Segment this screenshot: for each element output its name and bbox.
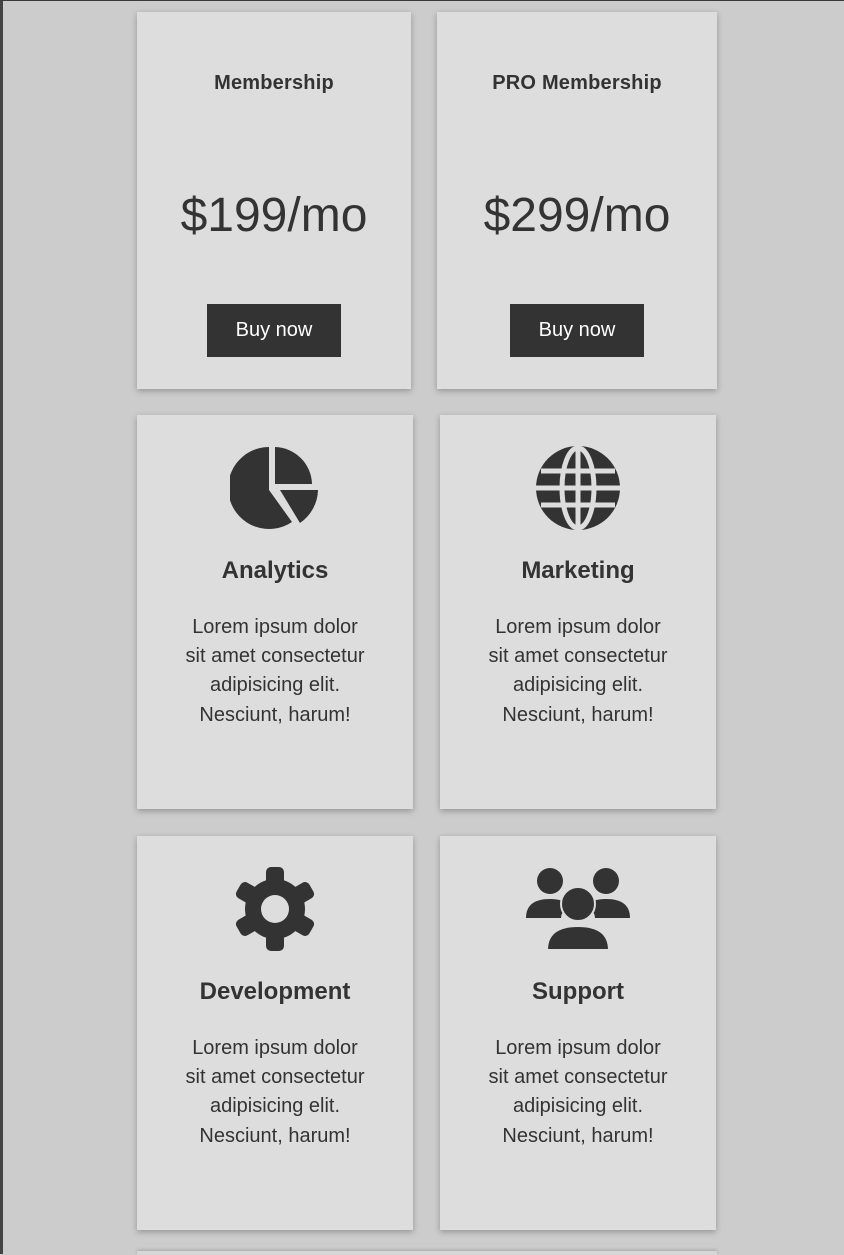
globe-icon xyxy=(533,445,623,531)
feature-card-development: Development Lorem ipsum dolor sit amet c… xyxy=(137,836,413,1230)
feature-description: Lorem ipsum dolor sit amet consectetur a… xyxy=(488,616,668,726)
feature-description: Lorem ipsum dolor sit amet consectetur a… xyxy=(185,1037,365,1147)
next-card-edge xyxy=(137,1251,717,1255)
plan-name: PRO Membership xyxy=(492,72,662,94)
pie-chart-icon xyxy=(230,445,320,531)
buy-now-button[interactable]: Buy now xyxy=(207,304,341,357)
gear-icon xyxy=(230,866,320,952)
feature-card-marketing: Marketing Lorem ipsum dolor sit amet con… xyxy=(440,415,716,809)
users-icon xyxy=(526,866,630,952)
feature-title: Analytics xyxy=(221,557,329,584)
plan-price: $199/mo xyxy=(180,189,368,242)
feature-title: Marketing xyxy=(521,557,635,584)
plan-price: $299/mo xyxy=(483,189,671,242)
feature-card-support: Support Lorem ipsum dolor sit amet conse… xyxy=(440,836,716,1230)
plan-name: Membership xyxy=(214,72,334,94)
pricing-card-pro-membership: PRO Membership $299/mo Buy now xyxy=(437,12,717,389)
feature-description: Lorem ipsum dolor sit amet consectetur a… xyxy=(488,1037,668,1147)
page: Membership $199/mo Buy now PRO Membershi… xyxy=(0,0,844,1255)
pricing-card-membership: Membership $199/mo Buy now xyxy=(137,12,411,389)
feature-description: Lorem ipsum dolor sit amet consectetur a… xyxy=(185,616,365,726)
feature-title: Support xyxy=(532,978,624,1005)
feature-title: Development xyxy=(199,978,351,1005)
buy-now-button[interactable]: Buy now xyxy=(510,304,644,357)
feature-card-analytics: Analytics Lorem ipsum dolor sit amet con… xyxy=(137,415,413,809)
